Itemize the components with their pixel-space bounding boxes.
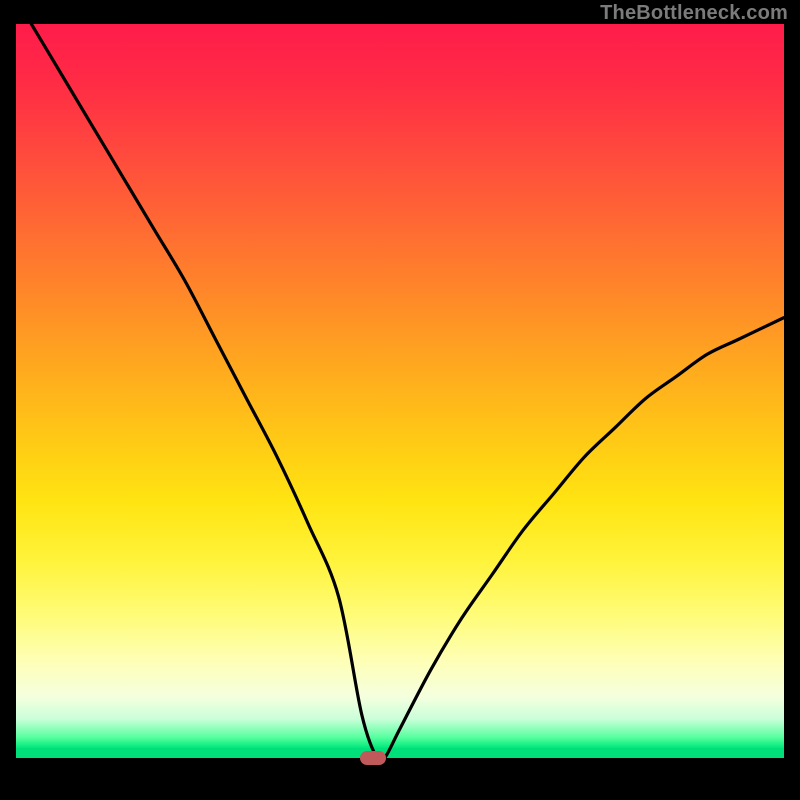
bottom-black-bar (16, 758, 784, 784)
chart-stage: TheBottleneck.com (0, 0, 800, 800)
watermark-text: TheBottleneck.com (600, 2, 788, 25)
bottleneck-curve (31, 24, 784, 758)
plot-area (16, 24, 784, 784)
minimum-marker (360, 751, 386, 765)
curve-svg (16, 24, 784, 758)
